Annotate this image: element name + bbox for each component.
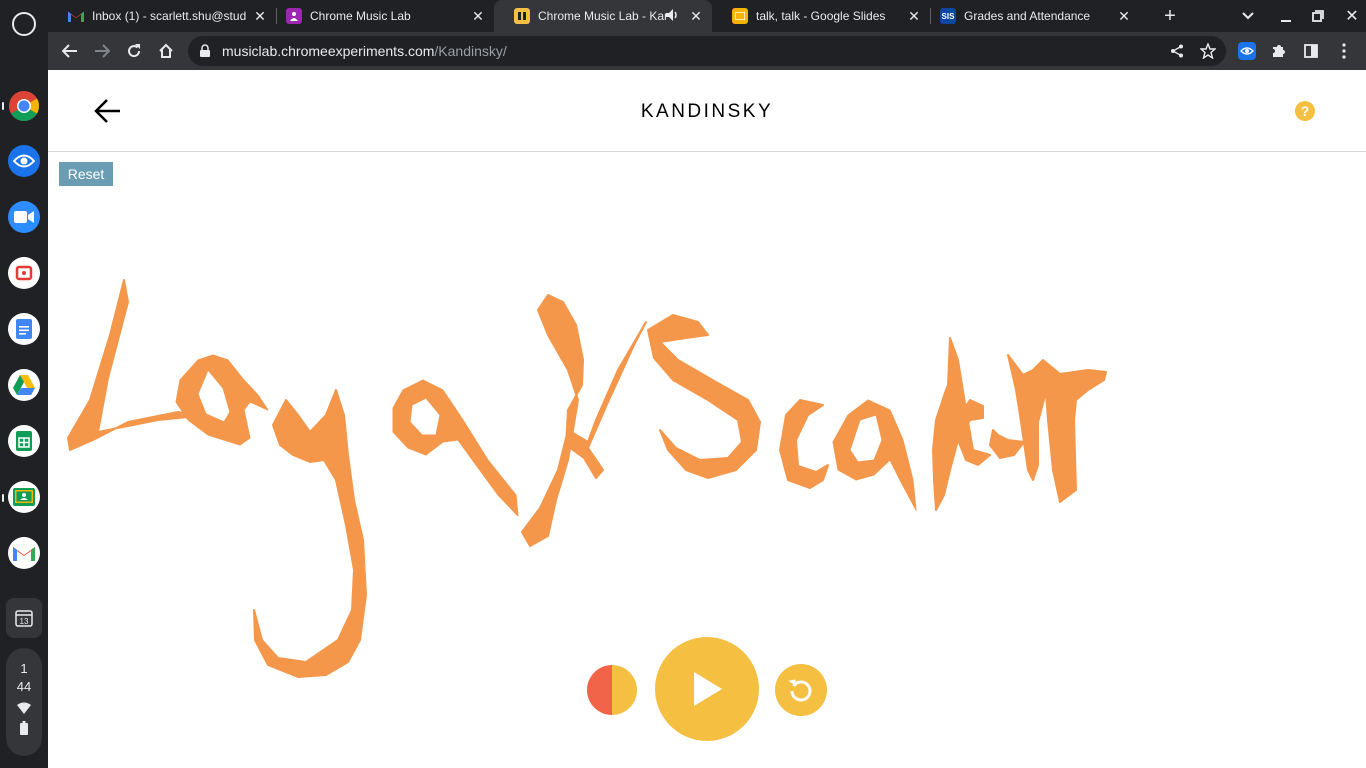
page-title: KANDINSKY — [640, 101, 774, 122]
classroom-icon[interactable] — [8, 481, 40, 513]
sheets-icon[interactable] — [8, 425, 40, 457]
browser-toolbar: musiclab.chromeexperiments.com/Kandinsky… — [48, 32, 1366, 70]
tab-music-lab[interactable]: Chrome Music Lab ✕ — [266, 0, 494, 32]
calendar-widget[interactable]: 13 — [6, 598, 42, 638]
stroke-letter-c — [779, 399, 829, 489]
running-indicator — [2, 494, 4, 502]
forward-icon[interactable] — [88, 37, 116, 65]
shelf: 13 1 44 — [0, 0, 48, 768]
chrome-icon[interactable] — [8, 90, 40, 122]
play-icon — [694, 672, 722, 706]
tab-slides[interactable]: talk, talk - Google Slides ✕ — [712, 0, 930, 32]
address-bar[interactable]: musiclab.chromeexperiments.com/Kandinsky… — [188, 36, 1226, 66]
calendar-day: 13 — [20, 617, 29, 626]
extensions-puzzle-icon[interactable] — [1269, 41, 1289, 61]
reset-button[interactable]: Reset — [59, 162, 113, 186]
tab-title: Chrome Music Lab - Kan — [538, 9, 666, 23]
close-icon[interactable]: ✕ — [688, 8, 704, 25]
side-panel-icon[interactable] — [1301, 41, 1321, 61]
stroke-ampersand — [521, 294, 647, 547]
speaker-icon[interactable] — [666, 8, 680, 24]
clock-hour: 1 — [20, 661, 28, 676]
sound-toggle-button[interactable] — [587, 665, 637, 715]
stroke-letter-a2 — [832, 399, 917, 511]
tab-kandinsky[interactable]: Chrome Music Lab - Kan ✕ — [494, 0, 712, 32]
tab-title: talk, talk - Google Slides — [756, 9, 886, 23]
url-text[interactable]: musiclab.chromeexperiments.com/Kandinsky… — [222, 43, 507, 59]
close-icon[interactable]: ✕ — [1116, 8, 1132, 25]
gmail-icon[interactable] — [8, 537, 40, 569]
stroke-letter-tt — [1007, 354, 1107, 503]
back-icon[interactable] — [56, 37, 84, 65]
url-path: /Kandinsky/ — [434, 43, 507, 59]
zoom-icon[interactable] — [8, 201, 40, 233]
stroke-letter-a — [392, 379, 519, 517]
tab-search-icon[interactable] — [1234, 0, 1262, 32]
minimize-icon[interactable] — [1272, 0, 1300, 32]
status-area[interactable]: 1 44 — [6, 648, 42, 756]
more-menu-icon[interactable] — [1334, 41, 1354, 61]
stroke-letter-e — [989, 429, 1025, 459]
sis-icon: SIS — [940, 8, 956, 24]
kandinsky-page: KANDINSKY ? Reset — [48, 70, 1366, 768]
running-indicator — [2, 102, 4, 110]
sound-toggle-left — [587, 665, 612, 715]
sound-toggle-right — [612, 665, 637, 715]
eye-icon[interactable] — [8, 145, 40, 177]
play-button[interactable] — [655, 637, 759, 741]
tab-gmail[interactable]: Inbox (1) - scarlett.shu@stud ✕ — [48, 0, 276, 32]
battery-icon — [6, 721, 42, 738]
stroke-letter-y — [253, 389, 367, 678]
screencastify-icon[interactable] — [8, 257, 40, 289]
gmail-icon — [68, 8, 84, 24]
docs-icon[interactable] — [8, 313, 40, 345]
drive-icon[interactable] — [8, 369, 40, 401]
home-icon[interactable] — [152, 37, 180, 65]
tab-grades[interactable]: SIS Grades and Attendance ✕ — [920, 0, 1140, 32]
stroke-letter-l — [67, 279, 199, 451]
bookmark-star-icon[interactable] — [1199, 42, 1217, 60]
new-tab-icon[interactable]: + — [1156, 0, 1184, 32]
undo-button[interactable] — [775, 664, 827, 716]
music-lab-icon — [286, 8, 302, 24]
stroke-letter-o — [175, 354, 269, 446]
lock-icon[interactable] — [200, 44, 210, 62]
close-icon[interactable]: ✕ — [470, 8, 486, 25]
tab-title: Inbox (1) - scarlett.shu@stud — [92, 9, 247, 23]
slides-icon — [732, 8, 748, 24]
tab-strip: Inbox (1) - scarlett.shu@stud ✕ Chrome M… — [48, 0, 1366, 32]
clock-minute: 44 — [16, 679, 32, 694]
restore-icon[interactable] — [1304, 0, 1332, 32]
stroke-letter-s — [647, 314, 761, 479]
reload-icon[interactable] — [120, 37, 148, 65]
tab-title: Chrome Music Lab — [310, 9, 411, 23]
tab-title: Grades and Attendance — [964, 9, 1091, 23]
close-window-icon[interactable]: ✕ — [1338, 0, 1366, 32]
help-button[interactable]: ? — [1295, 101, 1315, 121]
kandinsky-icon — [514, 8, 530, 24]
undo-icon — [788, 679, 812, 702]
launcher-button[interactable] — [12, 12, 36, 36]
share-icon[interactable] — [1168, 42, 1186, 60]
url-host: musiclab.chromeexperiments.com — [222, 43, 435, 59]
wifi-icon — [6, 702, 42, 717]
page-header: KANDINSKY ? — [48, 70, 1366, 152]
extension-eye-icon[interactable] — [1237, 41, 1257, 61]
